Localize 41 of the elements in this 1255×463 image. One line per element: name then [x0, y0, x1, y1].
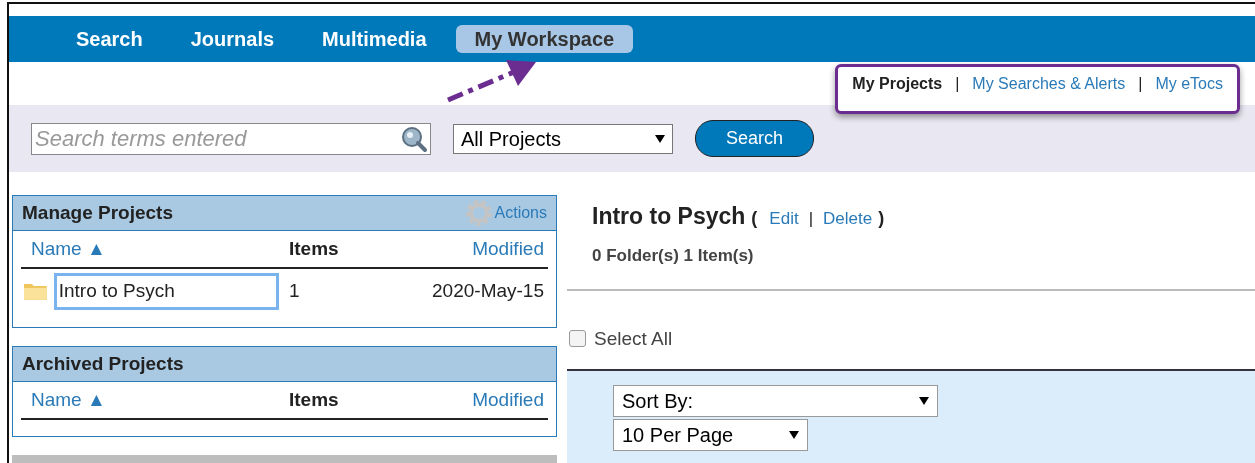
- panel-title: Archived Projects: [22, 351, 184, 376]
- project-name[interactable]: Intro to Psych: [53, 272, 279, 310]
- edit-link[interactable]: Edit: [769, 206, 799, 232]
- separator: |: [808, 208, 814, 230]
- column-sort-link[interactable]: Name ▲: [31, 234, 106, 264]
- actions-link[interactable]: Actions: [464, 199, 547, 227]
- sub-nav-link[interactable]: My Searches & Alerts: [972, 72, 1126, 96]
- search-button[interactable]: Search: [695, 120, 814, 157]
- column-header: Items: [289, 236, 339, 261]
- item-counts: 0 Folder(s) 1 Item(s): [591, 245, 755, 267]
- checkbox-label: Select All: [594, 326, 673, 351]
- caret-icon: [789, 431, 799, 439]
- caret-icon: [919, 397, 929, 405]
- nav-tab[interactable]: Multimedia: [303, 25, 446, 53]
- sub-nav-link[interactable]: My eTocs: [1155, 72, 1223, 96]
- gear-icon: [464, 199, 493, 227]
- separator: |: [955, 74, 960, 94]
- paren: (: [751, 207, 758, 230]
- paren: ): [878, 207, 885, 230]
- nav-tab[interactable]: My Workspace: [455, 25, 634, 53]
- search-icon[interactable]: [400, 124, 428, 153]
- caret-icon: [655, 134, 665, 143]
- modified-date: 2020-May-15: [431, 278, 545, 303]
- nav-tab[interactable]: Journals: [171, 25, 294, 53]
- panel-title: Manage Projects: [22, 200, 173, 225]
- item-count: 1: [288, 278, 301, 303]
- folder-icon: [23, 281, 48, 301]
- separator: |: [1138, 74, 1143, 94]
- project-scope-dropdown[interactable]: All Projects: [453, 123, 673, 154]
- select-all-checkbox[interactable]: [569, 330, 586, 348]
- project-title: Intro to Psych: [592, 202, 746, 231]
- delete-link[interactable]: Delete: [823, 206, 873, 232]
- column-sort-link[interactable]: Name ▲: [31, 385, 106, 415]
- nav-tab[interactable]: Search: [57, 25, 162, 53]
- search-field[interactable]: Search terms entered: [31, 122, 431, 155]
- sort-by-dropdown[interactable]: Sort By:: [613, 385, 938, 417]
- per-page-dropdown[interactable]: 10 Per Page: [613, 419, 808, 451]
- column-sort-link[interactable]: Modified: [472, 385, 544, 415]
- sub-nav-link[interactable]: My Projects: [852, 72, 943, 96]
- column-sort-link[interactable]: Modified: [472, 234, 544, 264]
- column-header: Items: [289, 387, 339, 412]
